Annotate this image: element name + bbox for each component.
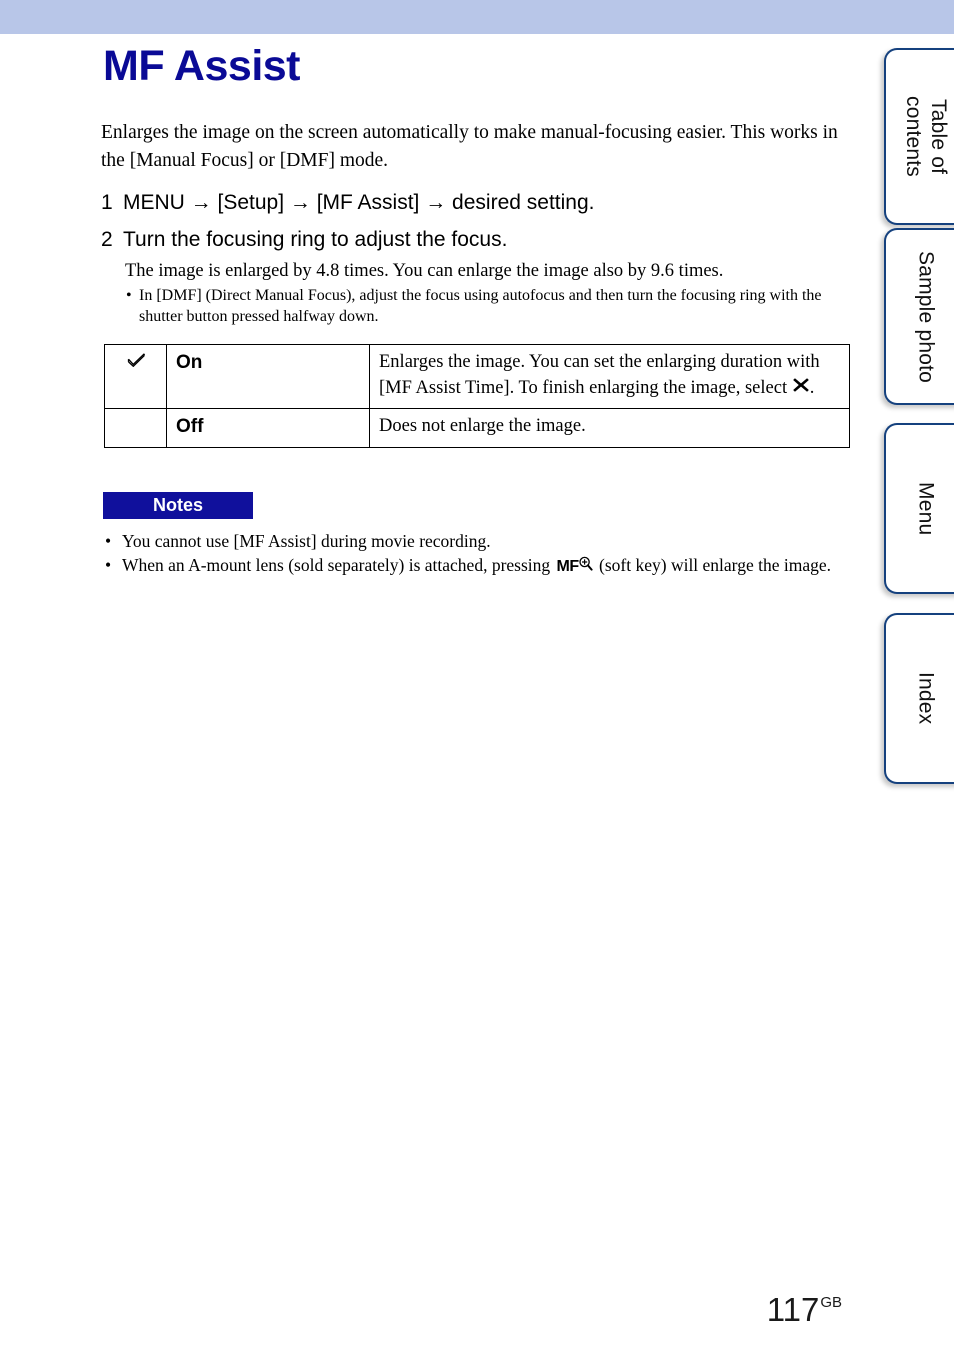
setting-name-cell: Off — [166, 408, 370, 448]
tab-index-label: Index — [914, 672, 938, 725]
list-item: When an A-mount lens (sold separately) i… — [101, 553, 861, 579]
checkmark-icon — [127, 352, 146, 371]
setting-description-on: Enlarges the image. You can set the enla… — [379, 352, 820, 398]
step-2-number: 2 — [101, 228, 113, 251]
table-row: On Enlarges the image. You can set the e… — [104, 344, 850, 409]
step-1: 1 MENU → [Setup] → [MF Assist] → desired … — [101, 185, 861, 220]
table-row: Off Does not enlarge the image. — [104, 408, 850, 448]
page-number: 117GB — [767, 1291, 842, 1329]
intro-paragraph: Enlarges the image on the screen automat… — [101, 122, 838, 171]
tab-sample-photo-label: Sample photo — [914, 250, 938, 383]
note-1-text: You cannot use [MF Assist] during movie … — [122, 531, 491, 551]
settings-table: On Enlarges the image. You can set the e… — [104, 344, 850, 448]
cross-x-icon — [791, 375, 811, 400]
step-1-number: 1 — [101, 191, 113, 214]
tab-table-of-contents-label: Table of contents — [902, 96, 950, 177]
top-color-band — [0, 0, 954, 34]
page-title: MF Assist — [103, 42, 301, 90]
tab-menu-label: Menu — [914, 481, 938, 536]
setting-name-on: On — [176, 352, 203, 373]
step-2-text: Turn the focusing ring to adjust the foc… — [123, 228, 508, 251]
default-setting-cell — [104, 344, 167, 409]
steps-list: 1 MENU → [Setup] → [MF Assist] → desired … — [101, 185, 861, 327]
tab-sample-photo[interactable]: Sample photo — [884, 228, 954, 405]
notes-list: You cannot use [MF Assist] during movie … — [101, 529, 861, 579]
tab-index[interactable]: Index — [884, 613, 954, 784]
list-item: You cannot use [MF Assist] during movie … — [101, 529, 861, 553]
side-tab-bar: Table of contents Sample photo Menu Inde… — [880, 0, 954, 1357]
note-2-text-after: (soft key) will enlarge the image. — [599, 555, 831, 575]
setting-description-cell: Enlarges the image. You can set the enla… — [369, 344, 850, 409]
mf-magnify-icon: MF — [557, 553, 593, 579]
page-number-suffix: GB — [820, 1294, 842, 1311]
default-setting-cell-empty — [104, 408, 167, 448]
step-2-description: The image is enlarged by 4.8 times. You … — [125, 261, 724, 281]
setting-description-cell: Does not enlarge the image. — [369, 408, 850, 448]
note-2-text-before: When an A-mount lens (sold separately) i… — [122, 555, 551, 575]
setting-name-cell: On — [166, 344, 370, 409]
step-1-text: MENU → [Setup] → [MF Assist] → desired s… — [123, 191, 595, 214]
page-number-value: 117 — [766, 1291, 820, 1328]
tab-table-of-contents[interactable]: Table of contents — [884, 48, 954, 225]
tab-menu[interactable]: Menu — [884, 423, 954, 594]
step-2-bullet: In [DMF] (Direct Manual Focus), adjust t… — [125, 285, 861, 327]
setting-description-off: Does not enlarge the image. — [379, 416, 586, 436]
step-2: 2 Turn the focusing ring to adjust the fo… — [101, 222, 861, 257]
setting-name-off: Off — [176, 416, 204, 437]
page-content: MF Assist Enlarges the image on the scre… — [0, 34, 880, 1357]
notes-badge: Notes — [103, 492, 253, 519]
mf-magnify-icon-label: MF — [556, 558, 580, 575]
